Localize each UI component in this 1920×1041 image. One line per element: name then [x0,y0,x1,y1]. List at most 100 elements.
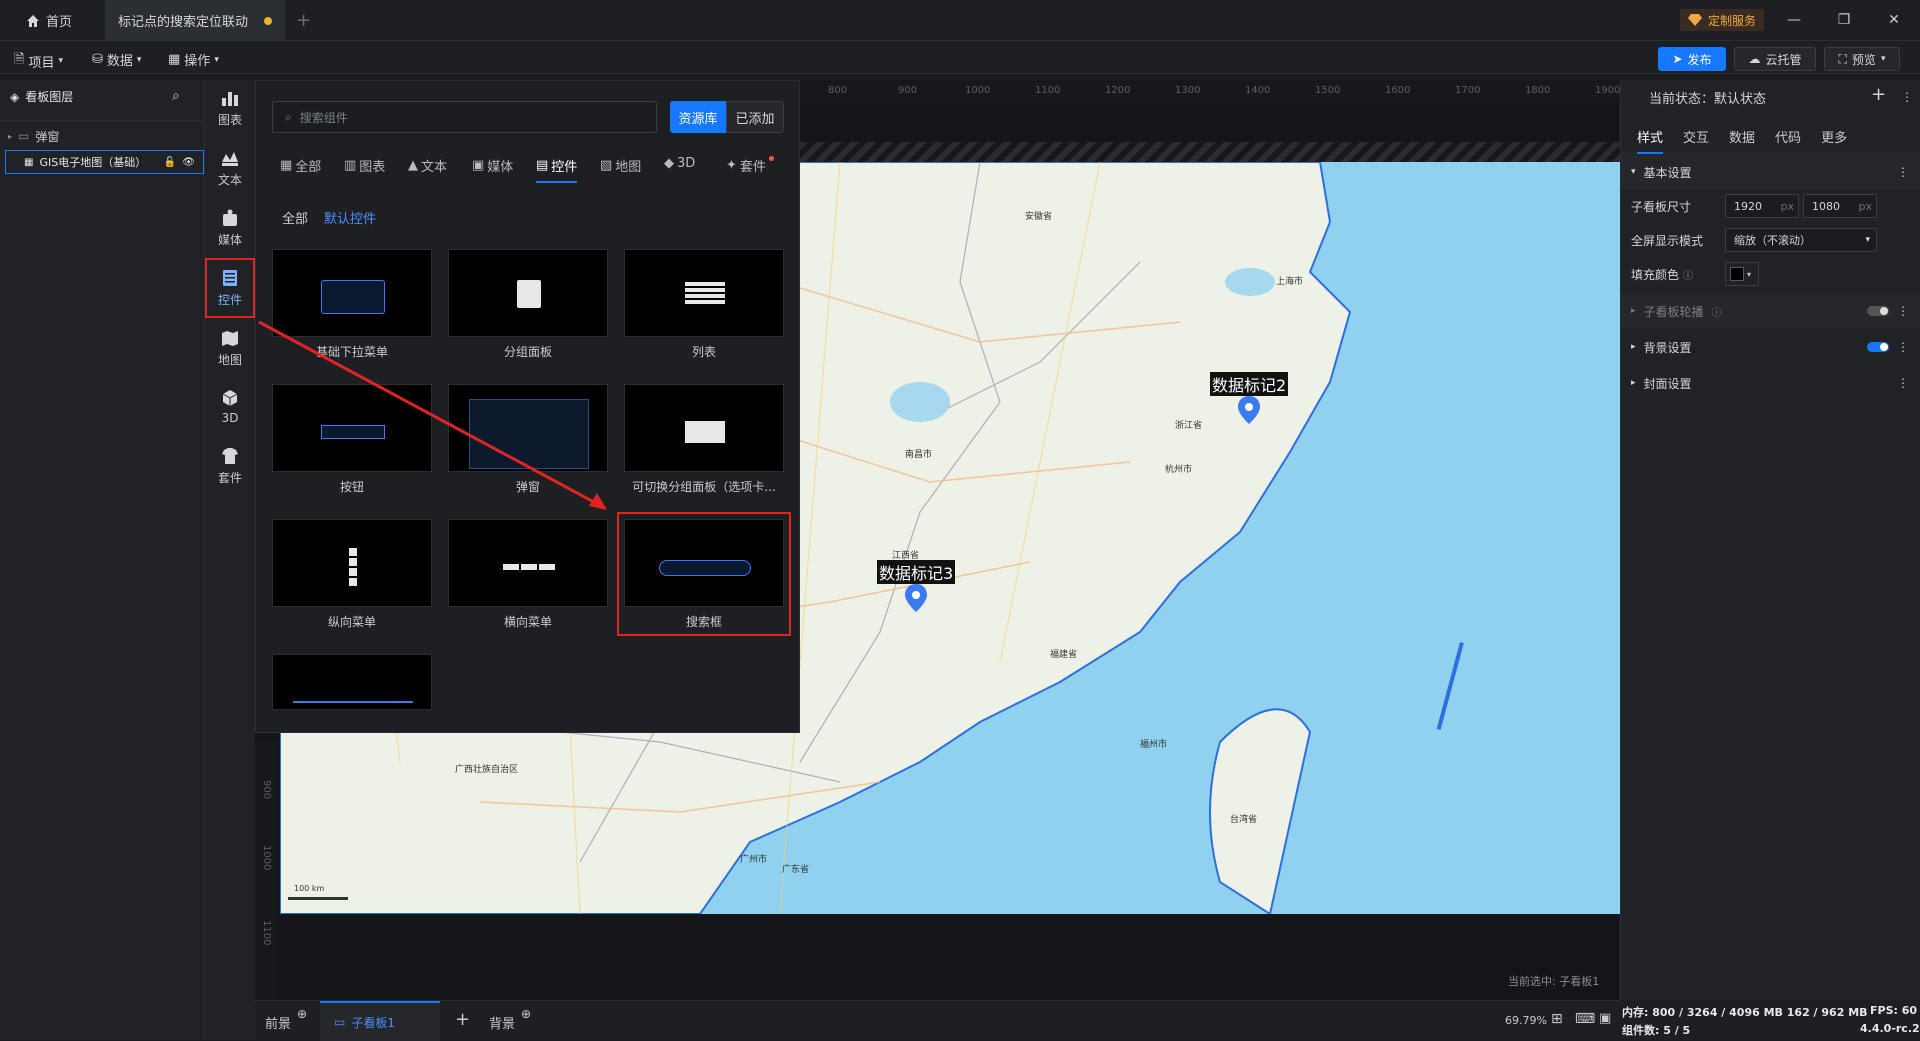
new-tab-button[interactable]: + [296,10,311,31]
zoom-level[interactable]: 69.79% [1505,1014,1547,1027]
eye-icon[interactable]: 👁 [182,157,195,168]
subfilter-all[interactable]: 全部 [282,208,308,227]
sidebar-item-kit[interactable]: 套件 [205,438,255,494]
tab-sub-board[interactable]: ▭ 子看板1 [320,1001,440,1041]
fill-color-picker[interactable]: ▾ [1725,262,1759,286]
section-basic-settings[interactable]: ▾ 基本设置 ⋮ [1621,155,1920,189]
tab-more[interactable]: 更多 [1821,127,1847,146]
field-label: 填充颜色 [1631,267,1680,282]
add-board-icon[interactable]: + [455,1009,470,1030]
help-icon[interactable]: ⓘ [1683,267,1693,282]
component-card-tab-panel[interactable] [624,384,784,472]
divider [0,120,205,121]
kit-icon: ✦ [726,158,737,173]
sidebar-item-label: 图表 [217,113,242,127]
width-input[interactable]: 1920 px [1725,194,1799,218]
layer-item-popup[interactable]: ▸ ▭ 弹窗 [8,124,59,148]
minimize-icon[interactable]: — [1784,10,1804,30]
component-card-search-box[interactable] [624,519,784,607]
category-3d[interactable]: ◆ 3D [664,156,695,171]
category-map[interactable]: ▧ 地图 [600,156,641,175]
resource-library-button[interactable]: 资源库 [670,101,726,133]
carousel-toggle[interactable] [1867,306,1889,316]
current-selection-label: 当前选中: 子看板1 [1508,975,1600,988]
sidebar-item-3d[interactable]: 3D [205,378,255,434]
custom-service-button[interactable]: 定制服务 [1680,9,1765,31]
data-marker-3[interactable]: 数据标记3 [877,560,956,612]
grid-icon: ▦ [168,52,181,67]
more-vert-icon[interactable]: ⋮ [1897,165,1909,179]
menu-data-label: 数据 [106,54,133,69]
sidebar-item-text[interactable]: 文本 [205,140,255,196]
map-place-name: 广东省 [782,865,810,875]
tab-data[interactable]: 数据 [1729,127,1755,146]
added-button[interactable]: 已添加 [726,101,784,133]
publish-button[interactable]: ➤ 发布 [1658,47,1726,71]
ruler-tick: 1100 [261,920,272,946]
menu-project[interactable]: 🗎 项目 ▾ [14,50,63,72]
section-title: 基本设置 [1643,165,1692,180]
more-vert-icon[interactable]: ⋮ [1901,90,1913,104]
tab-code[interactable]: 代码 [1775,127,1801,146]
tab-project[interactable]: 标记点的搜索定位联动 [105,0,285,41]
cloud-icon: ☁ [1748,52,1761,66]
search-icon[interactable]: ⌕ [172,88,180,104]
caret-right-icon: ▸ [1631,306,1636,316]
tab-home[interactable]: 首页 [20,0,110,41]
vertical-menu-preview-icon [349,548,357,588]
bar-chart-icon [222,92,238,106]
terminal-icon[interactable]: ▣ [1599,1011,1611,1026]
category-all[interactable]: ▦ 全部 [280,156,321,175]
component-card-list[interactable] [624,249,784,337]
ruler-tick: 1700 [1455,85,1481,96]
properties-panel: 当前状态：默认状态 + ⋮ 样式 交互 数据 代码 更多 ▾ 基本设置 ⋮ 子看… [1620,80,1920,1000]
tab-project-label: 标记点的搜索定位联动 [118,15,249,30]
category-widget[interactable]: ▤ 控件 [536,156,578,183]
tab-background[interactable]: 背景 [489,1013,515,1032]
fit-screen-icon[interactable]: ⊞ [1551,1011,1563,1027]
sidebar-item-map[interactable]: 地图 [205,320,255,376]
height-input[interactable]: 1080 px [1803,194,1877,218]
cloud-host-button[interactable]: ☁ 云托管 [1734,47,1816,71]
menu-operate[interactable]: ▦ 操作 ▾ [168,50,219,69]
section-cover[interactable]: ▸ 封面设置 ⋮ [1621,366,1920,400]
search-placeholder: 搜索组件 [299,110,348,125]
component-card-slider[interactable] [272,654,432,710]
subfilter-default-widgets[interactable]: 默认控件 [324,208,376,227]
tab-style[interactable]: 样式 [1637,127,1664,154]
component-search-input[interactable]: ⌕ 搜索组件 [272,101,657,133]
tab-interaction[interactable]: 交互 [1683,127,1709,146]
data-marker-2[interactable]: 数据标记2 [1210,372,1289,424]
close-icon[interactable]: ✕ [1884,10,1904,30]
preview-button[interactable]: ⛶ 预览 ▾ [1824,47,1900,71]
background-toggle[interactable] [1867,342,1889,352]
more-vert-icon[interactable]: ⋮ [1897,376,1909,390]
help-icon[interactable]: ⓘ [1712,304,1722,319]
add-state-icon[interactable]: + [1871,84,1886,105]
add-foreground-icon[interactable]: ⊕ [297,1007,307,1021]
sidebar-item-chart[interactable]: 图表 [205,80,255,136]
caret-right-icon: ▸ [1631,342,1636,352]
cloud-host-label: 云托管 [1765,52,1802,67]
category-kit[interactable]: ✦ 套件 [726,156,774,175]
more-vert-icon[interactable]: ⋮ [1897,340,1909,354]
category-media[interactable]: ▣ 媒体 [472,156,513,175]
fullscreen-mode-select[interactable]: 缩放（不滚动） ▾ [1725,228,1877,252]
sidebar-item-widget[interactable]: 控件 [205,258,255,318]
unlock-icon[interactable]: 🔓 [164,157,176,168]
board-tabs-bar: 前景 ⊕ ▭ 子看板1 + 背景 ⊕ 69.79% ⊞ ⌨ ▣ [255,1000,1620,1041]
category-text[interactable]: ▲ 文本 [408,156,447,175]
restore-icon[interactable]: ❐ [1834,10,1854,30]
caret-right-icon: ▸ [8,131,13,141]
add-background-icon[interactable]: ⊕ [521,1007,531,1021]
keyboard-icon[interactable]: ⌨ [1575,1011,1595,1027]
category-chart[interactable]: ▥ 图表 [344,156,385,175]
layer-item-gis-map[interactable]: ▦ GIS电子地图（基础） 🔓 👁 [5,150,204,174]
section-background[interactable]: ▸ 背景设置 ⋮ [1621,330,1920,364]
tab-foreground[interactable]: 前景 [265,1013,291,1032]
sidebar-item-media[interactable]: 媒体 [205,200,255,256]
section-title: 子看板轮播 [1643,304,1704,319]
menu-data[interactable]: ⛁ 数据 ▾ [92,50,141,69]
section-carousel[interactable]: ▸ 子看板轮播 ⓘ ⋮ [1621,294,1920,328]
more-vert-icon[interactable]: ⋮ [1897,304,1909,318]
